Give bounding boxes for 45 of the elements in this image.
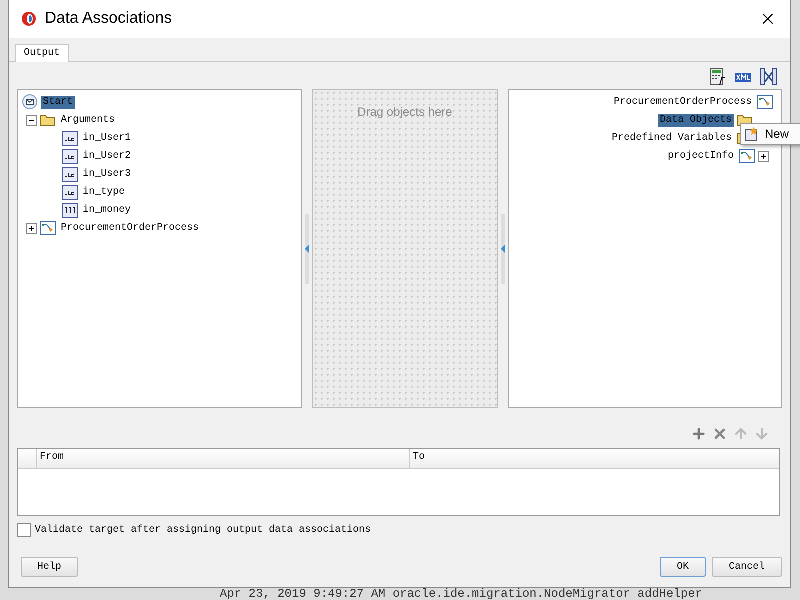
process-icon: [739, 149, 755, 163]
text-variable-icon: [62, 184, 78, 200]
column-header[interactable]: From: [36, 449, 409, 468]
app-logo-icon: [21, 11, 37, 27]
add-icon[interactable]: [691, 426, 707, 442]
tab[interactable]: Output: [15, 44, 70, 62]
tree-item[interactable]: Data Objects: [658, 114, 734, 126]
new-item-icon: [745, 127, 759, 141]
splitter-handle-icon[interactable]: [305, 214, 310, 284]
window-title: Data Associations: [45, 10, 174, 28]
tree-item[interactable]: Start: [41, 96, 76, 108]
text-variable-icon: [62, 148, 78, 164]
menu-item[interactable]: New: [741, 126, 800, 142]
expand-toggle-icon[interactable]: [26, 222, 37, 234]
tree-item[interactable]: in_User2: [81, 150, 134, 162]
ok-button[interactable]: OK: [660, 557, 706, 577]
tree-item[interactable]: in_type: [81, 186, 128, 198]
mapping-icon[interactable]: [760, 68, 778, 86]
cancel-button[interactable]: Cancel: [712, 557, 782, 577]
tree-item[interactable]: in_User1: [81, 132, 134, 144]
log-line: Apr 23, 2019 9:49:27 AM oracle.ide.migration.NodeMigrator addHelper: [220, 588, 704, 600]
envelope-icon: [22, 94, 38, 110]
number-variable-icon: [62, 202, 78, 218]
tree-item[interactable]: Arguments: [59, 114, 118, 126]
checkbox-label: Validate target after assigning output data associations: [35, 524, 372, 536]
process-icon: [757, 95, 773, 109]
delete-icon[interactable]: [712, 426, 728, 442]
text-variable-icon: [62, 166, 78, 182]
help-button[interactable]: Help: [21, 557, 78, 577]
tree-item[interactable]: ProcurementOrderProcess: [59, 222, 202, 234]
expand-toggle-icon[interactable]: [758, 150, 769, 162]
tree-item[interactable]: projectInfo: [666, 150, 736, 162]
tree-item[interactable]: in_User3: [81, 168, 134, 180]
text-variable-icon: [62, 130, 78, 146]
folder-icon: [40, 113, 56, 127]
splitter-handle-icon[interactable]: [500, 214, 505, 284]
collapse-toggle-icon[interactable]: [26, 114, 37, 126]
tree-item[interactable]: Predefined Variables: [610, 132, 734, 144]
process-icon: [40, 221, 56, 235]
tree-item[interactable]: ProcurementOrderProcess: [612, 96, 754, 108]
drop-hint: Drag objects here: [358, 105, 452, 119]
checkbox[interactable]: [17, 523, 31, 537]
column-header[interactable]: To: [409, 449, 779, 468]
calculator-icon[interactable]: [710, 68, 726, 86]
tree-item[interactable]: in_money: [81, 204, 134, 216]
